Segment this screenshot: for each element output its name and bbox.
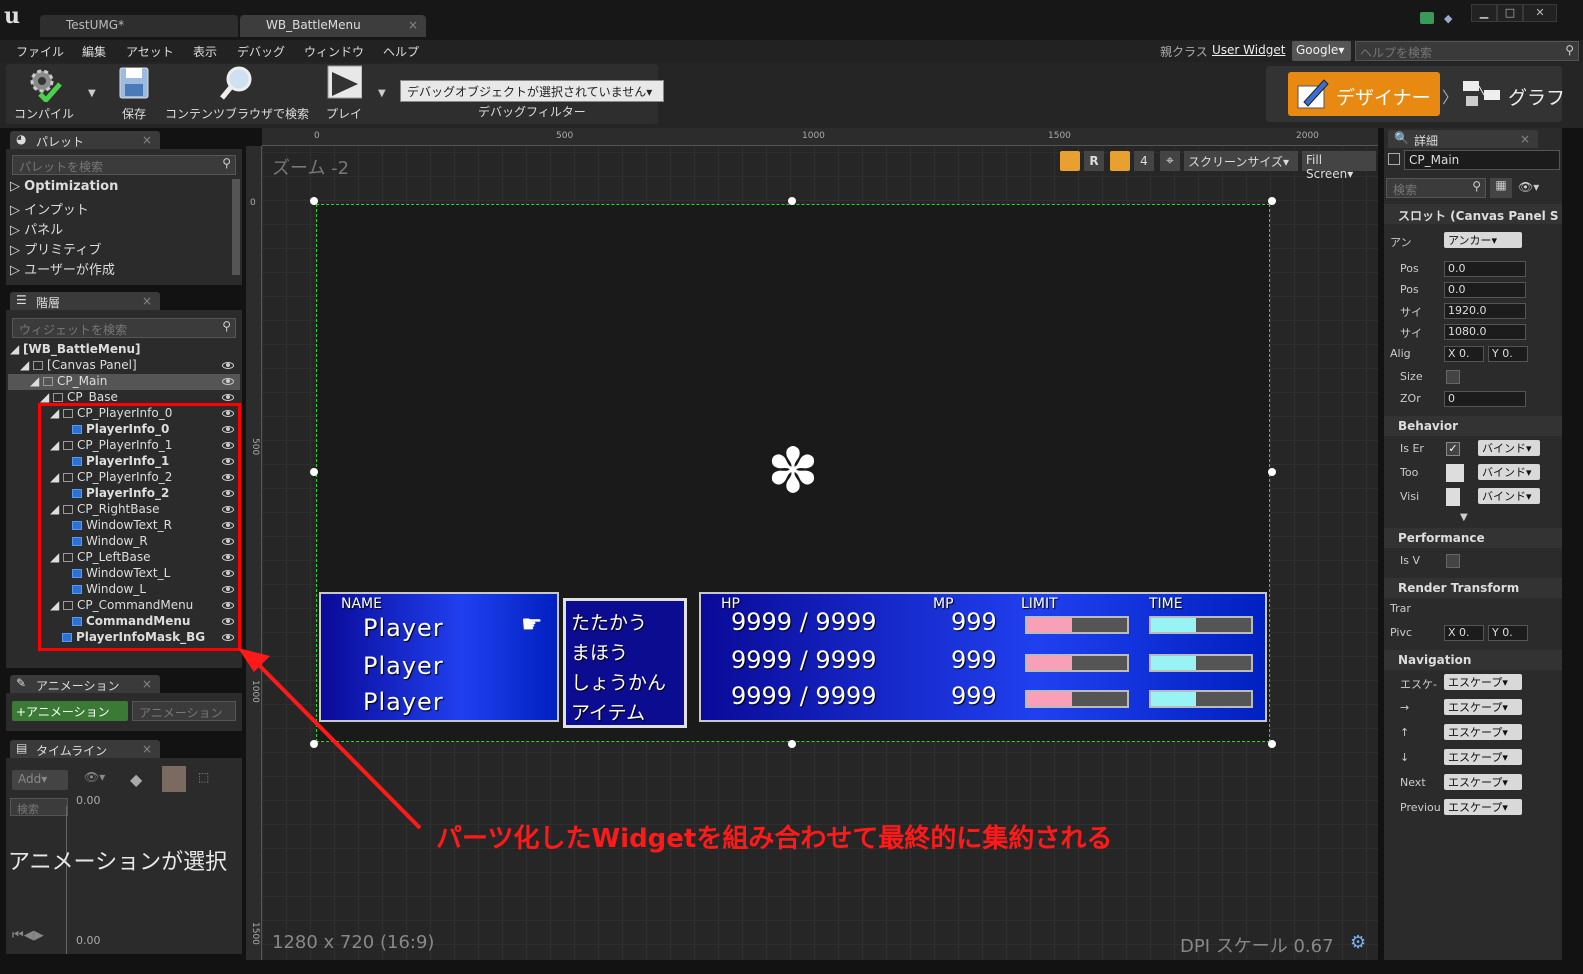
alignment-x-input[interactable]: X 0. (1444, 346, 1484, 362)
alignment-label: Alig (1390, 347, 1411, 360)
bind-dropdown[interactable]: バインド▾ (1478, 488, 1540, 504)
alignment-row: Alig X 0. Y 0. (1384, 345, 1562, 365)
pos-x-label: Pos (1400, 262, 1419, 275)
is-volatile-label: Is V (1400, 554, 1420, 567)
nav-dropdown[interactable]: エスケープ▾ (1444, 674, 1522, 690)
nav-row: Previou エスケープ▾ (1384, 799, 1562, 819)
navigation-section[interactable]: Navigation (1384, 650, 1562, 670)
is-volatile-row: Is V (1384, 552, 1562, 572)
nav-dropdown[interactable]: エスケープ▾ (1444, 699, 1522, 715)
size-to-content-label: Size (1400, 370, 1423, 383)
is-enabled-label: Is Er (1400, 442, 1424, 455)
nav-dropdown[interactable]: エスケープ▾ (1444, 774, 1522, 790)
details-search-input[interactable]: 検索 ⚲ (1386, 178, 1486, 198)
size-x-label: サイ (1400, 306, 1422, 319)
performance-section[interactable]: Performance (1384, 528, 1562, 548)
pos-y-label: Pos (1400, 283, 1419, 296)
details-panel-header[interactable]: 🔍 詳細 × (1388, 130, 1538, 148)
details-icon: 🔍 (1394, 131, 1409, 145)
zorder-row: ZOr 0 (1384, 390, 1562, 410)
size-y-row: サイ 1080.0 (1384, 323, 1562, 343)
nav-row: エスケ- エスケープ▾ (1384, 674, 1562, 694)
nav-label: → (1400, 701, 1410, 714)
alignment-y-input[interactable]: Y 0. (1488, 346, 1528, 362)
details-title: 詳細 (1414, 134, 1439, 148)
tooltip-row: Too バインド▾ (1384, 464, 1562, 484)
transform-row: Trar (1384, 600, 1562, 620)
bind-dropdown[interactable]: バインド▾ (1478, 464, 1540, 480)
nav-row: ↓ エスケープ▾ (1384, 749, 1562, 769)
size-to-content-row: Size (1384, 368, 1562, 388)
zorder-label: ZOr (1400, 392, 1421, 405)
transform-label: Trar (1390, 602, 1411, 615)
annotation-text: パーツ化したWidgetを組み合わせて最終的に集約される (436, 824, 1113, 854)
pivot-label: Pivc (1390, 626, 1413, 639)
is-enabled-row: Is Er ✓ バインド▾ (1384, 440, 1562, 460)
nav-row: ↑ エスケープ▾ (1384, 724, 1562, 744)
search-icon: ⚲ (1472, 179, 1481, 193)
size-y-input[interactable]: 1080.0 (1444, 324, 1526, 340)
pos-x-input[interactable]: 0.0 (1444, 261, 1526, 277)
visibility-label: Visi (1400, 490, 1420, 503)
slot-section[interactable]: スロット (Canvas Panel S (1384, 204, 1562, 224)
pivot-y-input[interactable]: Y 0. (1488, 625, 1528, 641)
visibility-filter-icon[interactable]: 👁▾ (1518, 180, 1539, 194)
tooltip-text-input[interactable] (1446, 464, 1464, 482)
pos-x-row: Pos 0.0 (1384, 260, 1562, 280)
nav-label: Next (1400, 776, 1426, 789)
nav-label: エスケ- (1400, 678, 1437, 691)
size-x-input[interactable]: 1920.0 (1444, 303, 1526, 319)
pivot-row: Pivc X 0. Y 0. (1384, 624, 1562, 644)
anchor-row: アン アンカー▾ (1384, 232, 1562, 252)
visibility-row: Visi バインド▾ (1384, 488, 1562, 508)
behavior-section[interactable]: Behavior (1384, 416, 1562, 436)
is-volatile-checkbox[interactable] (1446, 554, 1460, 568)
zorder-input[interactable]: 0 (1444, 391, 1526, 407)
details-search-placeholder: 検索 (1393, 183, 1418, 197)
property-matrix-icon[interactable]: ▦ (1490, 178, 1512, 198)
widget-type-icon (1388, 153, 1400, 165)
visibility-dropdown[interactable] (1446, 488, 1460, 506)
render-transform-section[interactable]: Render Transform (1384, 578, 1562, 598)
nav-dropdown[interactable]: エスケープ▾ (1444, 749, 1522, 765)
expand-advanced-icon[interactable]: ▼ (1460, 512, 1468, 523)
details-panel: 🔍 詳細 × CP_Main 検索 ⚲ ▦ 👁▾ スロット (Canvas Pa… (1384, 128, 1562, 960)
nav-row: Next エスケープ▾ (1384, 774, 1562, 794)
size-to-content-checkbox[interactable] (1446, 370, 1460, 384)
anchor-dropdown[interactable]: アンカー▾ (1444, 232, 1522, 248)
nav-dropdown[interactable]: エスケープ▾ (1444, 724, 1522, 740)
tooltip-label: Too (1400, 466, 1419, 479)
nav-label: ↓ (1400, 751, 1410, 764)
size-y-label: サイ (1400, 327, 1422, 340)
nav-label: Previou (1400, 801, 1441, 814)
close-details-icon[interactable]: × (1520, 132, 1530, 146)
pos-y-input[interactable]: 0.0 (1444, 282, 1526, 298)
pos-y-row: Pos 0.0 (1384, 281, 1562, 301)
nav-label: ↑ (1400, 726, 1410, 739)
nav-row: → エスケープ▾ (1384, 699, 1562, 719)
widget-name-input[interactable]: CP_Main (1404, 150, 1560, 170)
is-enabled-checkbox[interactable]: ✓ (1446, 442, 1460, 456)
pivot-x-input[interactable]: X 0. (1444, 625, 1484, 641)
anchor-label: アン (1390, 236, 1412, 249)
bind-dropdown[interactable]: バインド▾ (1478, 440, 1540, 456)
nav-dropdown[interactable]: エスケープ▾ (1444, 799, 1522, 815)
size-x-row: サイ 1920.0 (1384, 302, 1562, 322)
